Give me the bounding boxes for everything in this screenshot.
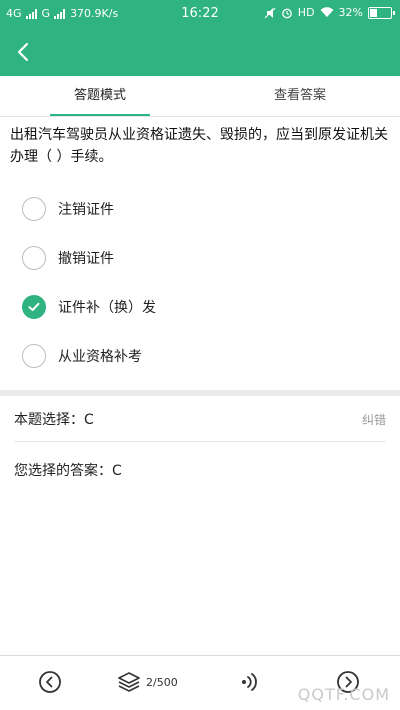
chevron-left-circle-icon (39, 671, 61, 693)
question-list-button[interactable]: 2/500 (116, 670, 178, 694)
answer-row: 本题选择：C 纠错 (14, 405, 386, 435)
options-list: 注销证件 撤销证件 证件补（换）发 从业资格补考 (0, 184, 400, 380)
correct-answer-text: 本题选择：C (14, 412, 94, 428)
question-counter: 2/500 (146, 675, 178, 689)
row-divider (14, 441, 386, 442)
radio-unchecked-icon[interactable] (22, 245, 46, 270)
battery-percent: 32% (338, 6, 363, 19)
site-watermark: QQTF.COM (297, 685, 390, 704)
your-answer-text: 您选择的答案：C (14, 463, 122, 479)
wifi-icon (320, 7, 334, 17)
hd-label: HD (297, 6, 315, 19)
speaker-waves-icon (242, 673, 257, 691)
battery-icon (368, 6, 395, 19)
option-b[interactable]: 撤销证件 (0, 233, 400, 282)
tab-answer-mode[interactable]: 答题模式 (0, 76, 200, 116)
status-bar: 4G G 370.9K/s 16:22 HD 32% (0, 0, 400, 28)
option-c-label: 证件补（换）发 (58, 299, 156, 316)
tab-view-answer[interactable]: 查看答案 (200, 76, 400, 116)
prev-button[interactable] (38, 670, 62, 694)
option-a-label: 注销证件 (58, 201, 114, 218)
option-c[interactable]: 证件补（换）发 (0, 282, 400, 331)
mode-tabs: 答题模式 查看答案 (0, 76, 400, 117)
mute-icon (264, 7, 276, 18)
bottom-nav: 2/500 QQTF.COM (0, 655, 400, 710)
back-arrow-icon[interactable] (12, 40, 36, 64)
tab-view-answer-label: 查看答案 (273, 88, 326, 103)
option-d-label: 从业资格补考 (58, 348, 142, 365)
option-b-label: 撤销证件 (58, 250, 114, 267)
app-header: 4G G 370.9K/s 16:22 HD 32% (0, 0, 400, 76)
question-text: 出租汽车驾驶员从业资格证遗失、毁损的，应当到原发证机关办理（ ）手续。 (10, 127, 388, 165)
checkmark-icon[interactable] (22, 294, 46, 319)
tab-answer-mode-label: 答题模式 (73, 88, 126, 103)
audio-button[interactable] (238, 670, 260, 694)
layers-icon (118, 672, 140, 692)
radio-unchecked-icon[interactable] (22, 343, 46, 368)
option-a[interactable]: 注销证件 (0, 184, 400, 233)
alarm-icon (281, 8, 292, 18)
report-error-link[interactable]: 纠错 (362, 405, 386, 435)
option-d[interactable]: 从业资格补考 (0, 331, 400, 380)
section-divider (0, 390, 400, 396)
status-right: HD 32% (264, 6, 395, 19)
radio-unchecked-icon[interactable] (22, 196, 46, 221)
